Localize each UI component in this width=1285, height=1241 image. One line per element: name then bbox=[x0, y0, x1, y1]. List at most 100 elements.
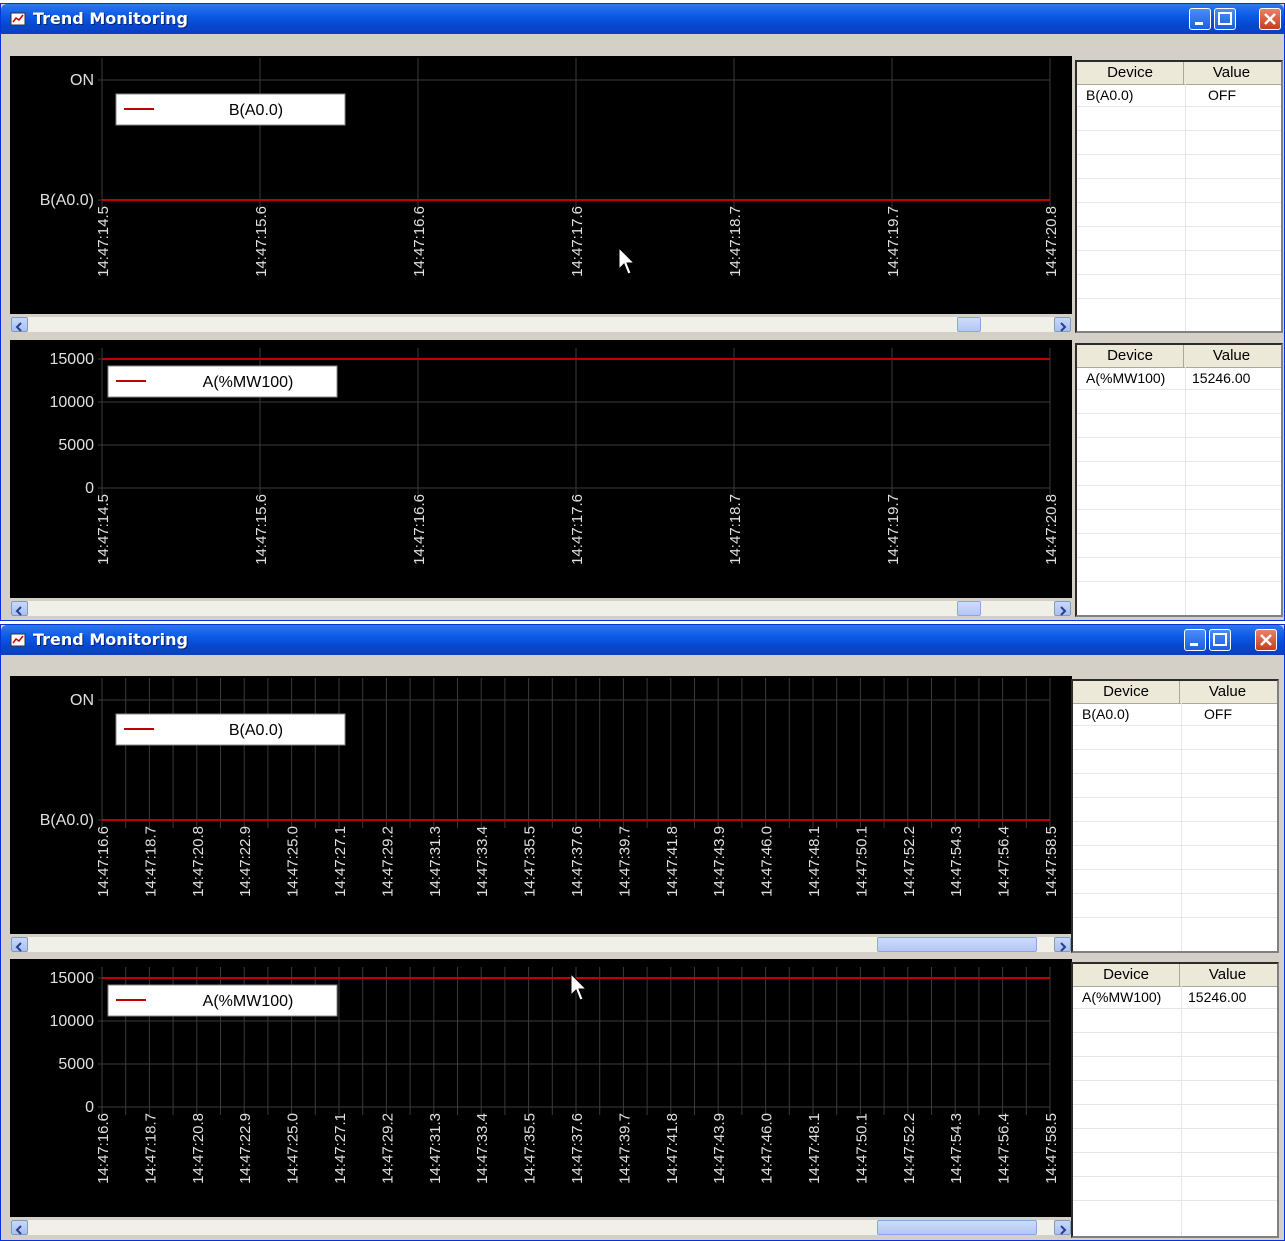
scroll-thumb[interactable] bbox=[877, 1220, 1037, 1235]
x-tick-label: 14:47:19.7 bbox=[885, 494, 902, 565]
x-tick-label: 14:47:58.5 bbox=[1043, 826, 1060, 897]
x-tick-label: 14:47:56.4 bbox=[996, 826, 1013, 897]
x-tick-label: 14:47:17.6 bbox=[569, 494, 586, 565]
app-icon bbox=[10, 12, 26, 26]
scroll-left-icon bbox=[15, 1225, 22, 1235]
value-cell[interactable]: 15246.00 bbox=[1188, 989, 1246, 1005]
y-tick-label: 15000 bbox=[50, 970, 95, 987]
scroll-right-button[interactable] bbox=[1054, 937, 1071, 952]
scroll-right-icon bbox=[1060, 942, 1067, 952]
column-divider bbox=[1185, 367, 1186, 615]
x-tick-label: 14:47:25.0 bbox=[285, 826, 302, 897]
column-header-value[interactable]: Value bbox=[1184, 62, 1279, 84]
app-icon bbox=[10, 633, 26, 647]
scroll-thumb[interactable] bbox=[957, 317, 981, 332]
column-header-device[interactable]: Device bbox=[1077, 345, 1184, 367]
table-header: Device Value bbox=[1077, 345, 1281, 368]
x-tick-label: 14:47:35.5 bbox=[522, 1113, 539, 1184]
column-divider bbox=[1181, 703, 1182, 951]
x-tick-label: 14:47:20.8 bbox=[190, 826, 207, 897]
x-tick-label: 14:47:17.6 bbox=[569, 206, 586, 277]
title-bar[interactable]: Trend Monitoring bbox=[1, 4, 1284, 34]
x-tick-label: 14:47:15.6 bbox=[253, 206, 270, 277]
scroll-left-icon bbox=[15, 942, 22, 952]
close-button[interactable] bbox=[1255, 629, 1277, 651]
close-button[interactable] bbox=[1259, 8, 1281, 30]
device-value-table: Device Value B(A0.0) OFF bbox=[1075, 60, 1283, 333]
trend-chart[interactable]: ON B(A0.0) 14:47:16.6 14:47:18.7 14:47:20.8 1… bbox=[10, 676, 1072, 934]
x-tick-label: 14:47:33.4 bbox=[474, 1113, 491, 1184]
horizontal-scrollbar[interactable] bbox=[10, 600, 1072, 617]
column-header-value[interactable]: Value bbox=[1180, 964, 1275, 986]
x-tick-label: 14:47:31.3 bbox=[427, 826, 444, 897]
column-header-value[interactable]: Value bbox=[1184, 345, 1279, 367]
scroll-right-button[interactable] bbox=[1054, 317, 1071, 332]
horizontal-scrollbar[interactable] bbox=[10, 1219, 1072, 1236]
scroll-left-button[interactable] bbox=[11, 317, 28, 332]
x-tick-label: 14:47:18.7 bbox=[142, 826, 159, 897]
x-tick-label: 14:47:54.3 bbox=[948, 826, 965, 897]
scroll-right-button[interactable] bbox=[1054, 1220, 1071, 1235]
trend-monitoring-window: Trend Monitoring ON B(A0.0) 14:47:16.6 14:4… bbox=[0, 624, 1285, 1241]
trend-chart[interactable]: ON B(A0.0) 14:47:14.5 14:47:15.6 14:47:16.6 1… bbox=[10, 56, 1072, 314]
device-cell[interactable]: B(A0.0) bbox=[1082, 706, 1129, 722]
window-title: Trend Monitoring bbox=[33, 9, 188, 28]
device-cell[interactable]: A(%MW100) bbox=[1082, 989, 1161, 1005]
y-tick-label: 5000 bbox=[58, 1056, 94, 1073]
x-tick-label: 14:47:52.2 bbox=[901, 1113, 918, 1184]
x-tick-label: 14:47:37.6 bbox=[569, 826, 586, 897]
maximize-icon bbox=[1213, 633, 1227, 646]
column-header-device[interactable]: Device bbox=[1077, 62, 1184, 84]
x-tick-label: 14:47:16.6 bbox=[95, 1113, 112, 1184]
minimize-button[interactable] bbox=[1189, 8, 1211, 30]
trend-monitoring-window: Trend Monitoring ON B(A0.0) 14:47:14.5 14:4… bbox=[0, 3, 1285, 621]
y-tick-label: 10000 bbox=[50, 394, 95, 411]
maximize-button[interactable] bbox=[1209, 629, 1231, 651]
x-tick-label: 14:47:39.7 bbox=[616, 1113, 633, 1184]
minimize-button[interactable] bbox=[1184, 629, 1206, 651]
close-icon bbox=[1260, 634, 1272, 646]
scroll-thumb[interactable] bbox=[957, 601, 981, 616]
x-tick-label: 14:47:46.0 bbox=[759, 1113, 776, 1184]
title-bar[interactable]: Trend Monitoring bbox=[1, 625, 1284, 655]
scroll-left-button[interactable] bbox=[11, 937, 28, 952]
minimize-icon bbox=[1190, 643, 1198, 646]
scroll-thumb[interactable] bbox=[877, 937, 1037, 952]
x-tick-label: 14:47:27.1 bbox=[332, 826, 349, 897]
legend-label: A(%MW100) bbox=[203, 993, 294, 1010]
trend-chart[interactable]: 15000 10000 5000 0 14:47:16.6 14:47:18.7 14:47… bbox=[10, 959, 1072, 1217]
x-tick-label: 14:47:31.3 bbox=[427, 1113, 444, 1184]
column-header-device[interactable]: Device bbox=[1073, 964, 1180, 986]
trend-chart[interactable]: 15000 10000 5000 0 14:47:14.5 14:47:15.6 14:47… bbox=[10, 340, 1072, 598]
value-cell[interactable]: OFF bbox=[1208, 87, 1236, 103]
device-cell[interactable]: A(%MW100) bbox=[1086, 370, 1165, 386]
horizontal-scrollbar[interactable] bbox=[10, 316, 1072, 333]
scroll-left-button[interactable] bbox=[11, 601, 28, 616]
column-header-value[interactable]: Value bbox=[1180, 681, 1275, 703]
column-divider bbox=[1185, 84, 1186, 331]
maximize-button[interactable] bbox=[1214, 8, 1236, 30]
table-header: Device Value bbox=[1077, 62, 1281, 85]
device-cell[interactable]: B(A0.0) bbox=[1086, 87, 1133, 103]
y-tick-label: 15000 bbox=[50, 351, 95, 368]
scroll-right-button[interactable] bbox=[1054, 601, 1071, 616]
maximize-icon bbox=[1218, 12, 1232, 25]
scroll-left-button[interactable] bbox=[11, 1220, 28, 1235]
table-header: Device Value bbox=[1073, 681, 1277, 704]
horizontal-scrollbar[interactable] bbox=[10, 936, 1072, 953]
x-tick-label: 14:47:41.8 bbox=[664, 826, 681, 897]
value-cell[interactable]: OFF bbox=[1204, 706, 1232, 722]
y-tick-label: 0 bbox=[85, 1099, 94, 1116]
x-tick-label: 14:47:54.3 bbox=[948, 1113, 965, 1184]
scroll-left-icon bbox=[15, 322, 22, 332]
column-header-device[interactable]: Device bbox=[1073, 681, 1180, 703]
x-tick-label: 14:47:33.4 bbox=[474, 826, 491, 897]
x-tick-label: 14:47:48.1 bbox=[806, 1113, 823, 1184]
x-tick-label: 14:47:16.6 bbox=[411, 494, 428, 565]
close-icon bbox=[1264, 13, 1276, 25]
column-divider bbox=[1181, 986, 1182, 1236]
mouse-cursor-icon bbox=[570, 973, 588, 1001]
y-tick-label: B(A0.0) bbox=[40, 192, 94, 209]
trend-chart-plot: ONB(A0.0)14:47:14.5 14:47:15.6 14:47:16.6 1… bbox=[40, 58, 1060, 277]
value-cell[interactable]: 15246.00 bbox=[1192, 370, 1250, 386]
